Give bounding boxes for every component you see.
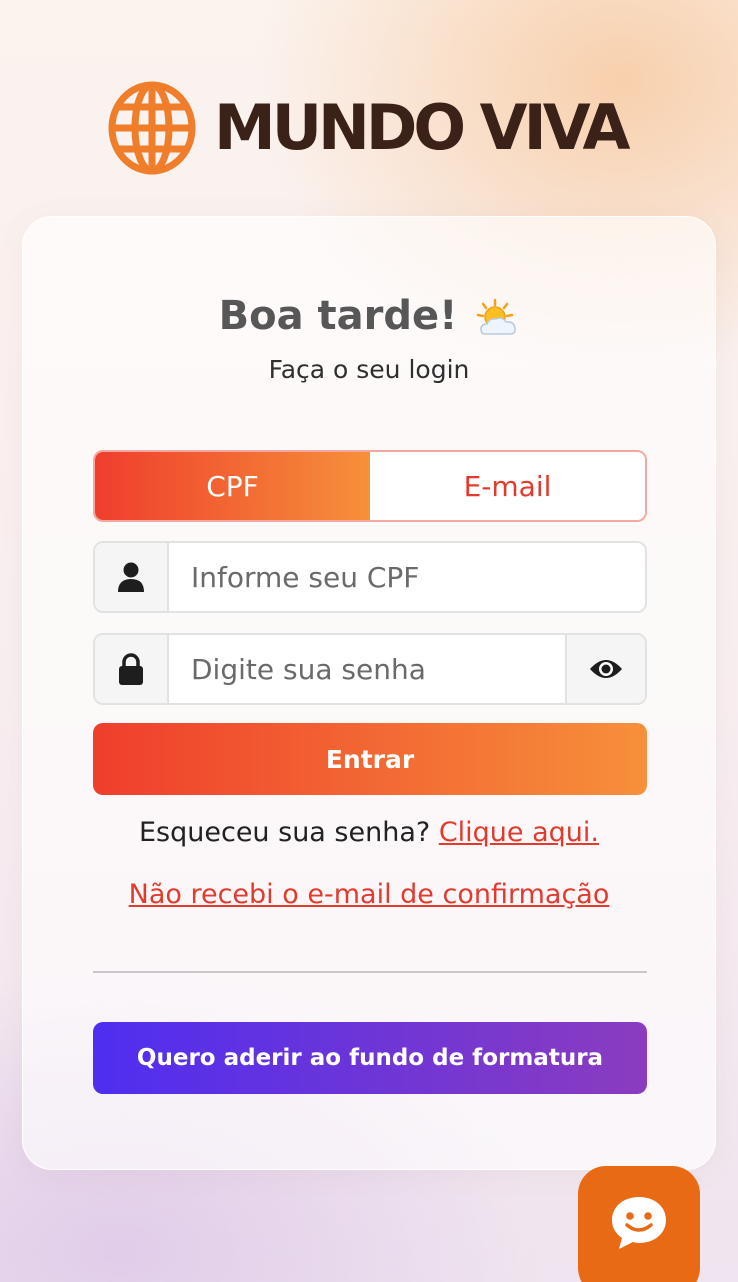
forgot-password-link[interactable]: Clique aqui.	[439, 817, 599, 848]
greeting-heading: Boa tarde!	[23, 293, 715, 339]
login-subtitle: Faça o seu login	[268, 355, 470, 384]
join-fund-button[interactable]: Quero aderir ao fundo de formatura	[93, 1022, 647, 1094]
password-field-addon	[95, 635, 169, 703]
toggle-password-button[interactable]	[565, 635, 645, 703]
user-icon	[118, 562, 144, 592]
cpf-input[interactable]	[169, 543, 645, 611]
globe-icon	[108, 81, 196, 175]
greeting-text: Boa tarde!	[218, 293, 458, 339]
resend-confirmation-row: Não recebi o e-mail de confirmação	[23, 879, 715, 910]
login-button[interactable]: Entrar	[93, 723, 647, 795]
chat-button[interactable]	[578, 1166, 700, 1282]
eye-icon	[590, 660, 622, 678]
sun-behind-cloud-icon	[477, 298, 517, 335]
tab-cpf[interactable]: CPF	[95, 452, 370, 520]
divider	[93, 971, 647, 973]
login-card: Boa tarde! Faça o seu login CPF E-mail I…	[22, 216, 716, 1170]
chat-bubble-icon	[612, 1197, 666, 1249]
forgot-password-row: Esqueceu sua senha? Clique aqui.	[23, 817, 715, 848]
cpf-field-addon	[95, 543, 169, 611]
password-input[interactable]	[169, 635, 565, 703]
forgot-password-text: Esqueceu sua senha?	[138, 817, 431, 848]
password-field-group	[93, 633, 647, 705]
resend-confirmation-link[interactable]: Não recebi o e-mail de confirmação	[129, 879, 610, 910]
lock-icon	[119, 653, 143, 685]
brand-name: MUNDO VIVA	[214, 91, 630, 164]
cpf-field-group	[93, 541, 647, 613]
brand-logo: MUNDO VIVA	[108, 80, 630, 176]
login-method-tabs: CPF E-mail	[93, 450, 647, 522]
tab-email[interactable]: E-mail	[370, 452, 645, 520]
